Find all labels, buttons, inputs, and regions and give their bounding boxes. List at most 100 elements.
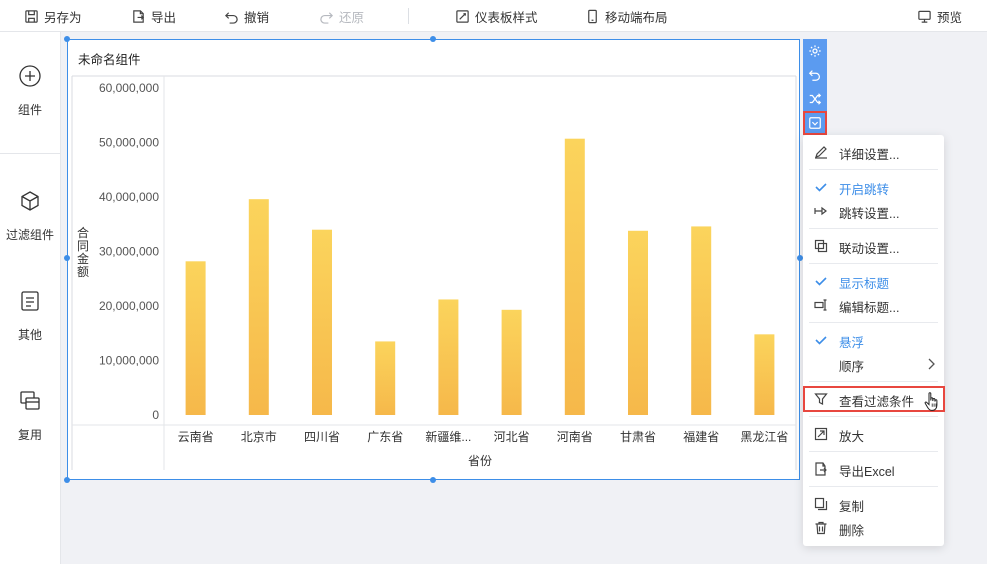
save-as-button[interactable]: 另存为 — [24, 0, 82, 32]
preview-label: 预览 — [937, 10, 963, 25]
jump-arrow-icon — [814, 206, 827, 216]
menu-item-label: 联动设置... — [839, 242, 900, 256]
x-tick-label: 四川省 — [304, 430, 340, 444]
menu-item-label: 放大 — [839, 430, 865, 444]
x-axis-label: 省份 — [468, 454, 492, 468]
shuffle-icon — [809, 93, 822, 105]
sidebar-item-other[interactable]: 其他 — [0, 289, 60, 343]
sidebar-item-label: 其他 — [17, 328, 42, 342]
y-tick-label: 40,000,000 — [99, 190, 159, 204]
resize-handle-bottom[interactable] — [430, 477, 436, 483]
x-tick-label: 甘肃省 — [620, 430, 656, 444]
redo-button[interactable]: 还原 — [319, 0, 364, 32]
component-sidebar: 组件 过滤组件 其他 复用 — [0, 32, 61, 564]
save-as-label: 另存为 — [44, 10, 82, 25]
bar — [501, 309, 522, 415]
save-icon — [25, 9, 38, 23]
resize-handle-top[interactable] — [430, 36, 436, 42]
filter-icon — [814, 393, 828, 405]
edit-title-icon — [814, 299, 827, 311]
menu-divider — [809, 263, 938, 264]
linkage-icon — [814, 239, 828, 253]
menu-divider — [809, 169, 938, 170]
y-tick-label: 60,000,000 — [99, 81, 159, 95]
document-icon — [21, 291, 39, 311]
preview-button[interactable]: 预览 — [917, 0, 962, 32]
export-label: 导出 — [151, 10, 177, 25]
bar-chart: 0 10,000,000 20,000,000 30,000,000 40,000,00… — [71, 75, 797, 470]
menu-item-label: 删除 — [839, 524, 865, 538]
menu-item-delete[interactable]: 删除 — [803, 516, 944, 540]
menu-item-label: 详细设置... — [839, 148, 900, 162]
undo-label: 撤销 — [244, 10, 270, 25]
dashboard-style-button[interactable]: 仪表板样式 — [455, 0, 538, 32]
toolbar-divider — [408, 8, 409, 24]
resize-handle-bottom-left[interactable] — [64, 477, 70, 483]
menu-item-label: 开启跳转 — [839, 183, 890, 197]
menu-divider — [809, 416, 938, 417]
y-axis-label: 额 — [77, 265, 89, 279]
x-tick-label: 北京市 — [241, 429, 277, 444]
menu-item-label: 顺序 — [839, 360, 865, 374]
menu-item-label: 显示标题 — [839, 277, 890, 291]
pencil-icon — [815, 146, 827, 159]
menu-item-enable-jump[interactable]: 开启跳转 — [803, 175, 944, 199]
menu-item-jump-settings[interactable]: 跳转设置... — [803, 199, 944, 223]
menu-item-show-title[interactable]: 显示标题 — [803, 269, 944, 293]
resize-handle-top-left[interactable] — [64, 36, 70, 42]
bar — [628, 230, 648, 415]
x-tick-label: 新疆维... — [425, 429, 471, 444]
menu-item-export-excel[interactable]: 导出Excel — [803, 457, 944, 481]
undo-icon — [808, 70, 820, 81]
cube-icon — [21, 191, 39, 211]
widget-switch-button[interactable] — [803, 87, 827, 111]
x-tick-label: 河北省 — [494, 430, 530, 444]
widget-menu-button[interactable] — [803, 111, 827, 135]
dropdown-menu-icon — [809, 117, 821, 129]
y-tick-label: 0 — [152, 408, 159, 422]
export-button[interactable]: 导出 — [131, 0, 176, 32]
menu-item-label: 悬浮 — [839, 336, 865, 350]
y-axis-label: 同 — [77, 239, 89, 253]
menu-item-label: 查看过滤条件 — [839, 395, 915, 409]
menu-item-hover[interactable]: 悬浮 — [803, 328, 944, 352]
x-tick-label: 云南省 — [178, 429, 214, 444]
sidebar-divider — [0, 153, 60, 154]
bar — [185, 261, 206, 415]
sidebar-item-reuse[interactable]: 复用 — [0, 389, 60, 443]
chart-widget[interactable]: 未命名组件 0 10,000,000 20,000,000 30,000,000 40,… — [67, 39, 800, 480]
check-icon — [815, 277, 827, 286]
undo-button[interactable]: 撤销 — [224, 0, 269, 32]
hand-cursor-icon — [924, 392, 938, 411]
export-icon — [133, 9, 145, 23]
y-tick-label: 30,000,000 — [99, 245, 159, 259]
sidebar-item-filter-components[interactable]: 过滤组件 — [0, 189, 60, 243]
x-tick-label: 广东省 — [367, 430, 403, 444]
menu-item-detail-settings[interactable]: 详细设置... — [803, 140, 944, 164]
copy-icon — [814, 497, 828, 511]
widget-undo-button[interactable] — [803, 63, 827, 87]
mobile-layout-button[interactable]: 移动端布局 — [585, 0, 668, 32]
palette-icon — [456, 9, 469, 23]
widget-settings-button[interactable] — [803, 39, 827, 63]
menu-item-copy[interactable]: 复制 — [803, 492, 944, 516]
redo-label: 还原 — [339, 10, 365, 25]
sidebar-item-components[interactable]: 组件 — [0, 64, 60, 118]
x-tick-label: 黑龙江省 — [740, 430, 788, 444]
y-tick-label: 50,000,000 — [99, 136, 159, 150]
menu-item-label: 跳转设置... — [839, 207, 900, 221]
x-tick-label: 福建省 — [683, 429, 719, 444]
menu-item-linkage-settings[interactable]: 联动设置... — [803, 234, 944, 258]
menu-item-label: 复制 — [839, 500, 865, 514]
menu-divider — [809, 451, 938, 452]
resize-handle-left[interactable] — [64, 255, 70, 261]
sidebar-item-label: 过滤组件 — [5, 228, 54, 242]
redo-icon — [320, 11, 333, 24]
menu-item-edit-title[interactable]: 编辑标题... — [803, 293, 944, 317]
check-icon — [815, 183, 827, 192]
menu-item-zoom[interactable]: 放大 — [803, 422, 944, 446]
menu-item-order[interactable]: 顺序 — [803, 352, 944, 376]
check-icon — [815, 336, 827, 345]
bar — [312, 229, 332, 415]
top-toolbar: 另存为 导出 撤销 还原 仪表板样式 移动端布局 预览 — [0, 0, 987, 32]
